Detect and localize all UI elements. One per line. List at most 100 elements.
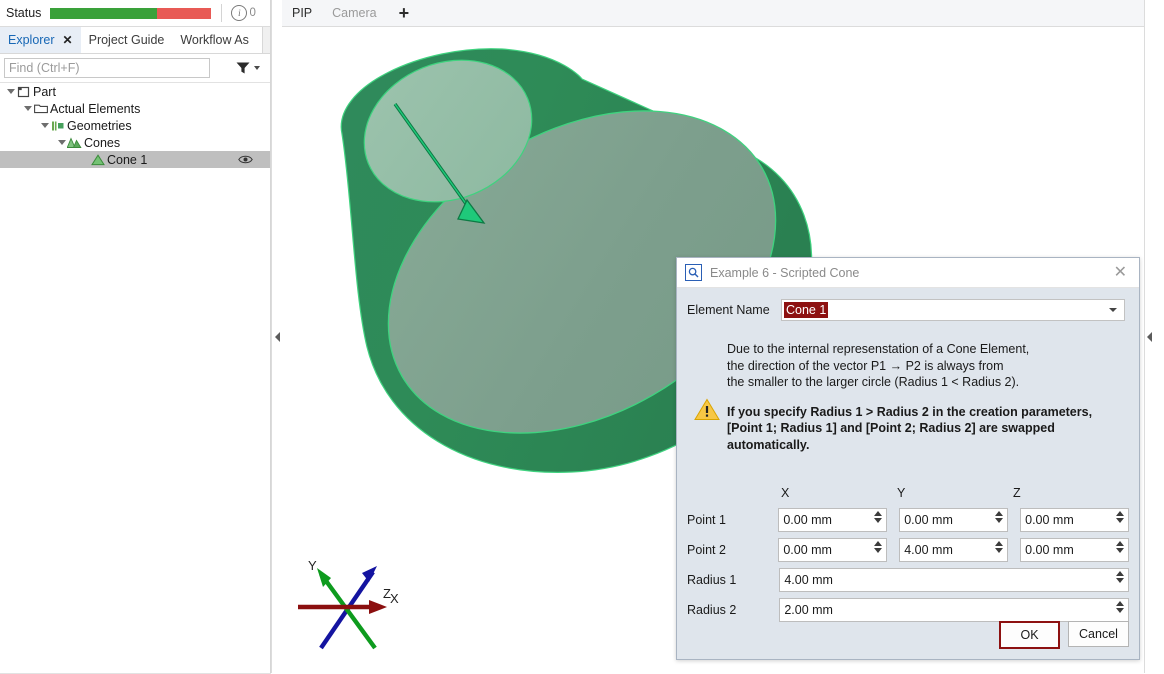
geometries-icon <box>50 119 65 133</box>
tab-workflow-assistant[interactable]: Workflow As <box>172 27 257 53</box>
chevron-down-icon[interactable] <box>254 66 260 70</box>
expand-arrow-icon[interactable] <box>5 86 16 97</box>
point-2-x-value: 0.00 mm <box>783 542 832 557</box>
tab-project-guide-label: Project Guide <box>88 33 165 47</box>
radius-1-label: Radius 1 <box>687 572 737 587</box>
tab-project-guide[interactable]: Project Guide <box>80 27 173 53</box>
progress-green-segment <box>50 7 157 19</box>
radius-2-spinner[interactable]: 2.00 mm <box>779 597 1129 622</box>
element-name-combobox[interactable]: Cone 1 <box>781 299 1125 321</box>
point-1-z-spinner[interactable]: 0.00 mm <box>1020 507 1130 532</box>
dialog-button-row: OK Cancel <box>999 621 1129 649</box>
point-1-y-spinner[interactable]: 0.00 mm <box>899 507 1009 532</box>
status-label: Status <box>6 6 42 20</box>
tree-item-label: Cones <box>84 135 121 150</box>
close-icon[interactable]: ✕ <box>63 33 73 47</box>
warning-line-2: the direction of the vector P1 → P2 is a… <box>727 358 1004 373</box>
radius-2-label: Radius 2 <box>687 602 737 617</box>
info-count: 0 <box>249 7 256 19</box>
search-box-icon <box>685 264 702 281</box>
right-splitter[interactable] <box>1144 0 1154 673</box>
ok-button[interactable]: OK <box>999 621 1060 649</box>
tree-item-part[interactable]: Part <box>0 83 271 100</box>
filter-button[interactable] <box>236 62 260 74</box>
element-name-row: Element Name Cone 1 <box>677 288 1139 321</box>
spinner-arrows-icon[interactable] <box>1116 540 1125 553</box>
dialog-title-bar[interactable]: Example 6 - Scripted Cone ✕ <box>677 258 1139 288</box>
row-radius-2: Radius 2 2.00 mm <box>687 597 1129 622</box>
expand-arrow-icon[interactable] <box>56 137 67 148</box>
funnel-icon <box>236 62 250 74</box>
tree-item-label: Cone 1 <box>107 152 148 167</box>
explorer-panel: Status i 0 Explorer ✕ Project Guide Work… <box>0 0 271 674</box>
tab-pip-label: PIP <box>292 6 313 20</box>
cone-icon <box>90 153 105 167</box>
expand-arrow-icon[interactable] <box>39 120 50 131</box>
scripted-cone-dialog[interactable]: Example 6 - Scripted Cone ✕ Element Name… <box>676 257 1140 660</box>
spinner-arrows-icon[interactable] <box>874 540 883 553</box>
axis-orientation-widget[interactable]: Z Y X <box>295 550 415 660</box>
column-header-z: Z <box>1013 486 1021 500</box>
row-point-1: Point 1 0.00 mm 0.00 mm 0.00 mm <box>687 507 1130 532</box>
point-2-z-value: 0.00 mm <box>1025 542 1074 557</box>
view-tab-strip: PIP Camera + <box>282 0 1144 27</box>
column-header-y: Y <box>897 486 906 500</box>
warning-line-1: Due to the internal represenstation of a… <box>727 342 1030 356</box>
tab-explorer[interactable]: Explorer ✕ <box>0 27 81 53</box>
cones-icon <box>67 136 82 150</box>
axis-label-y: Y <box>308 558 317 573</box>
warning-triangle-icon <box>687 339 727 453</box>
tree-item-label: Geometries <box>67 118 132 133</box>
point-1-y-value: 0.00 mm <box>904 512 953 527</box>
close-icon[interactable]: ✕ <box>1114 264 1127 281</box>
warning-bold-line-1: If you specify Radius 1 > Radius 2 in th… <box>727 404 1093 419</box>
warning-bold-line-2: [Point 1; Radius 1] and [Point 2; Radius… <box>727 421 1055 435</box>
row-point-2: Point 2 0.00 mm 4.00 mm 0.00 mm <box>687 537 1130 562</box>
eye-icon[interactable] <box>238 154 253 165</box>
point-1-z-value: 0.00 mm <box>1025 512 1074 527</box>
tree-item-geometries[interactable]: Geometries <box>0 117 271 134</box>
dialog-title: Example 6 - Scripted Cone <box>710 265 860 280</box>
collapse-left-icon[interactable] <box>274 331 280 342</box>
axis-label-x: X <box>390 591 399 606</box>
tree-item-label: Actual Elements <box>50 101 141 116</box>
spinner-arrows-icon[interactable] <box>1116 600 1124 613</box>
spinner-arrows-icon[interactable] <box>995 510 1004 523</box>
tree-item-label: Part <box>33 84 56 99</box>
tab-workflow-assistant-label: Workflow As <box>180 33 249 47</box>
tab-explorer-label: Explorer <box>8 33 55 47</box>
3d-viewport[interactable]: Z Y X Example 6 - Scripted Cone ✕ Elemen… <box>282 27 1144 673</box>
coordinate-grid: X Y Z Point 1 0.00 mm 0.00 mm 0.00 mm Po… <box>677 484 1139 622</box>
tab-camera-label: Camera <box>332 6 377 20</box>
search-input[interactable] <box>4 58 210 78</box>
tree-item-cone-1[interactable]: Cone 1 <box>0 151 271 168</box>
info-circle-icon: i <box>231 5 248 21</box>
tab-camera[interactable]: Camera <box>322 0 386 26</box>
spinner-arrows-icon[interactable] <box>995 540 1004 553</box>
point-2-z-spinner[interactable]: 0.00 mm <box>1020 537 1130 562</box>
tree-item-cones[interactable]: Cones <box>0 134 271 151</box>
column-header-x: X <box>781 486 790 500</box>
point-2-label: Point 2 <box>687 542 726 557</box>
point-2-x-spinner[interactable]: 0.00 mm <box>778 537 888 562</box>
element-name-label: Element Name <box>687 303 770 317</box>
point-1-x-value: 0.00 mm <box>783 512 832 527</box>
warning-text: Due to the internal represenstation of a… <box>727 339 1092 453</box>
expand-arrow-icon[interactable] <box>22 103 33 114</box>
spinner-arrows-icon[interactable] <box>1116 510 1125 523</box>
status-divider <box>221 4 223 22</box>
collapse-left-icon[interactable] <box>1147 331 1152 342</box>
radius-1-spinner[interactable]: 4.00 mm <box>779 567 1129 592</box>
add-tab-button[interactable]: + <box>387 0 422 26</box>
tree-item-actual-elements[interactable]: Actual Elements <box>0 100 271 117</box>
part-icon <box>16 85 31 99</box>
point-1-x-spinner[interactable]: 0.00 mm <box>778 507 888 532</box>
chevron-down-icon[interactable] <box>1109 308 1117 312</box>
spinner-arrows-icon[interactable] <box>874 510 883 523</box>
cancel-button[interactable]: Cancel <box>1068 621 1129 647</box>
spinner-arrows-icon[interactable] <box>1116 570 1124 583</box>
element-tree: Part Actual Elements Geometries Cones Co… <box>0 82 271 674</box>
tab-pip[interactable]: PIP <box>282 0 322 26</box>
status-info-group[interactable]: i 0 <box>231 5 256 21</box>
point-2-y-spinner[interactable]: 4.00 mm <box>899 537 1009 562</box>
